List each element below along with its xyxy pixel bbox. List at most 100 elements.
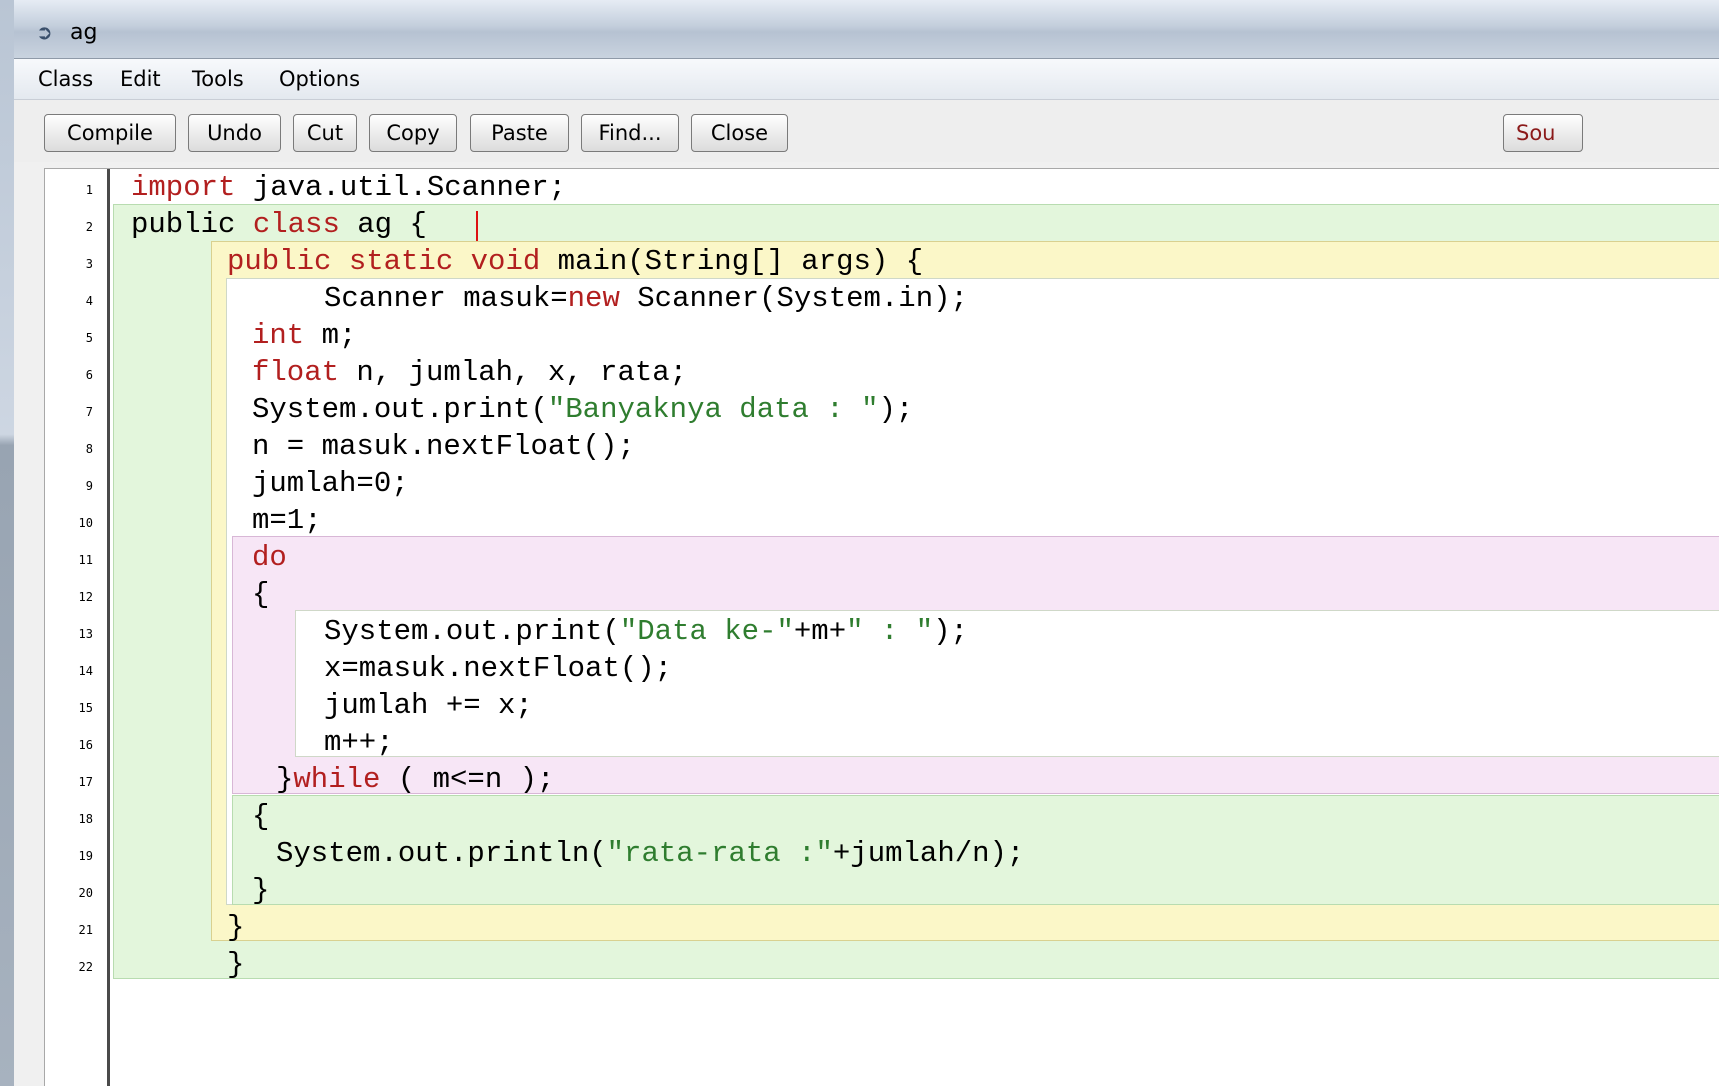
code-line: System.out.print("Data ke-"+m+" : "); <box>324 613 968 650</box>
keyword-token: import <box>131 171 236 204</box>
code-line: m++; <box>324 724 394 761</box>
line-number: 6 <box>85 368 93 382</box>
code-token: jumlah=0; <box>252 467 409 500</box>
code-token: Scanner masuk= <box>324 282 568 315</box>
line-number: 13 <box>78 627 93 641</box>
menu-options[interactable]: Options <box>279 67 360 91</box>
code-token: +jumlah/n); <box>832 837 1025 870</box>
line-number: 21 <box>78 923 93 937</box>
code-token: Scanner(System.in); <box>619 282 968 315</box>
code-line: }while ( m<=n ); <box>276 761 554 798</box>
code-token: { <box>252 800 270 833</box>
code-token: java.util.Scanner; <box>235 171 567 204</box>
code-line: System.out.print("Banyaknya data : "); <box>252 391 913 428</box>
title-bar[interactable]: ➲ ag <box>14 0 1719 59</box>
code-line: do <box>252 539 287 576</box>
code-token: System.out.print( <box>324 615 620 648</box>
code-token: public <box>131 208 253 241</box>
menu-class[interactable]: Class <box>38 67 93 91</box>
code-token: x=masuk.nextFloat(); <box>324 652 673 685</box>
bluej-bird-icon: ➲ <box>36 20 53 44</box>
source-toggle-button[interactable]: Sou <box>1503 114 1583 152</box>
keyword-token: public static void <box>227 245 541 278</box>
code-line: m=1; <box>252 502 322 539</box>
keyword-token: class <box>252 208 340 241</box>
line-number: 17 <box>78 775 93 789</box>
string-token: "Banyaknya data : " <box>547 393 879 426</box>
keyword-token: do <box>252 541 287 574</box>
code-line: { <box>252 576 269 613</box>
code-token: +m+ <box>793 615 847 648</box>
code-token: main(String[] args) { <box>540 245 924 278</box>
code-editor[interactable]: 1 2 3 4 5 6 7 8 9 10 11 12 13 14 15 16 17 18 19 20 21 22 impo… <box>44 168 1719 1086</box>
code-token: m++; <box>324 726 394 759</box>
code-token: { <box>252 578 270 611</box>
code-line: } <box>252 872 269 909</box>
line-number: 15 <box>78 701 93 715</box>
paste-button[interactable]: Paste <box>470 114 569 152</box>
string-token: "Data ke-" <box>619 615 794 648</box>
string-token: " : " <box>846 615 934 648</box>
code-token: n = masuk.nextFloat(); <box>252 430 635 463</box>
line-number: 3 <box>85 257 93 271</box>
code-token: m; <box>304 319 357 352</box>
close-button[interactable]: Close <box>691 114 788 152</box>
line-number: 14 <box>78 664 93 678</box>
code-token: ); <box>933 615 968 648</box>
find-button[interactable]: Find... <box>581 114 679 152</box>
line-number: 19 <box>78 849 93 863</box>
line-number: 9 <box>85 479 93 493</box>
code-token: n, jumlah, x, rata; <box>339 356 688 389</box>
menu-tools[interactable]: Tools <box>192 67 244 91</box>
code-line: n = masuk.nextFloat(); <box>252 428 635 465</box>
copy-button[interactable]: Copy <box>369 114 457 152</box>
line-number: 4 <box>85 294 93 308</box>
code-token: } <box>227 948 245 981</box>
keyword-token: new <box>567 282 620 315</box>
compile-button[interactable]: Compile <box>44 114 176 152</box>
line-number: 5 <box>85 331 93 345</box>
text-caret <box>476 211 478 241</box>
line-number: 10 <box>78 516 93 530</box>
line-number: 8 <box>85 442 93 456</box>
code-token: } <box>227 911 245 944</box>
code-line: { <box>252 798 269 835</box>
code-line: } <box>227 946 244 983</box>
editor-window: ➲ ag Class Edit Tools Options Compile Un… <box>14 0 1719 1086</box>
line-number: 20 <box>78 886 93 900</box>
code-line: public class ag { <box>131 206 427 243</box>
code-line: Scanner masuk=new Scanner(System.in); <box>324 280 968 317</box>
code-token: System.out.println( <box>276 837 607 870</box>
keyword-token: while <box>293 763 381 796</box>
code-token: ( m<=n ); <box>380 763 555 796</box>
code-line: System.out.println("rata-rata :"+jumlah/… <box>276 835 1024 872</box>
line-number: 12 <box>78 590 93 604</box>
line-number-gutter: 1 2 3 4 5 6 7 8 9 10 11 12 13 14 15 16 17 18 19 20 21 22 <box>45 169 110 1086</box>
code-line: public static void main(String[] args) { <box>227 243 923 280</box>
cut-button[interactable]: Cut <box>293 114 357 152</box>
line-number: 7 <box>85 405 93 419</box>
code-token: System.out.print( <box>252 393 548 426</box>
code-line: import java.util.Scanner; <box>131 169 566 206</box>
code-token: ); <box>878 393 914 426</box>
code-line: int m; <box>252 317 356 354</box>
code-line: jumlah += x; <box>324 687 533 724</box>
toolbar: Compile Undo Cut Copy Paste Find... Clos… <box>14 100 1719 162</box>
code-token: ag { <box>339 208 427 241</box>
code-line: } <box>227 909 244 946</box>
code-token: m=1; <box>252 504 322 537</box>
desktop-edge <box>0 0 14 1086</box>
code-line: float n, jumlah, x, rata; <box>252 354 687 391</box>
line-number: 2 <box>85 220 93 234</box>
window-title: ag <box>70 20 98 45</box>
menu-edit[interactable]: Edit <box>120 67 161 91</box>
code-line: jumlah=0; <box>252 465 409 502</box>
keyword-token: float <box>252 356 340 389</box>
line-number: 22 <box>78 960 93 974</box>
code-token: } <box>252 874 270 907</box>
line-number: 18 <box>78 812 93 826</box>
code-token: } <box>276 763 294 796</box>
undo-button[interactable]: Undo <box>188 114 281 152</box>
code-line: x=masuk.nextFloat(); <box>324 650 672 687</box>
code-token: jumlah += x; <box>324 689 533 722</box>
